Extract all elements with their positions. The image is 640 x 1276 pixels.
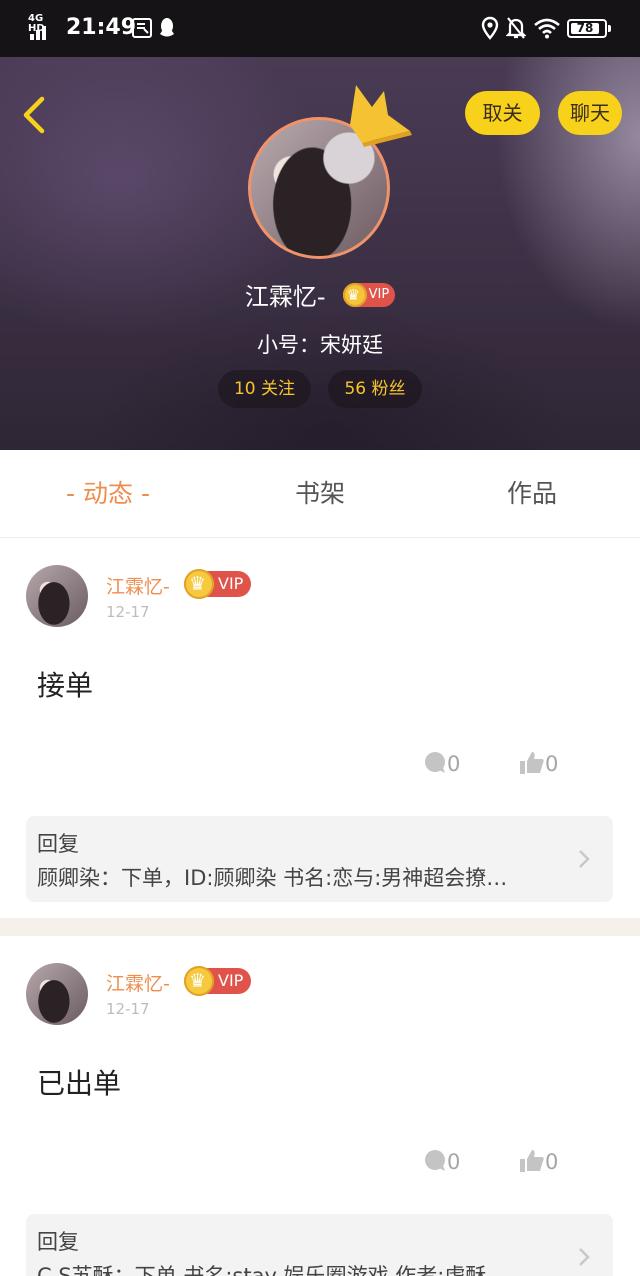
username: 江霖忆- <box>244 283 326 311</box>
vip-label: VIP <box>218 574 244 593</box>
profile-tabs: - 动态 - 书架 作品 <box>0 450 640 538</box>
post-item: 江霖忆- VIP 12-17 接单 0 0 回复 顾卿染：下单，ID:顾卿染 书… <box>0 539 640 918</box>
comment-icon <box>425 752 445 773</box>
like-count: 0 <box>545 752 559 776</box>
chat-button[interactable]: 聊天 <box>558 91 622 135</box>
thumbs-up-icon <box>520 1150 544 1172</box>
post-separator <box>0 918 640 936</box>
vip-badge: VIP <box>342 282 396 307</box>
status-time: 21:49 <box>66 15 137 40</box>
like-button[interactable]: 0 <box>519 750 558 778</box>
fans-count[interactable]: 56 粉丝 <box>328 370 422 408</box>
tab-bookshelf[interactable]: 书架 <box>270 450 370 538</box>
post-author[interactable]: 江霖忆- <box>106 969 170 996</box>
comment-count: 0 <box>447 1150 461 1174</box>
crown-icon <box>350 85 412 147</box>
mute-bell-icon <box>506 17 526 39</box>
crown-coin-icon <box>342 282 367 307</box>
wifi-icon <box>534 18 560 39</box>
post-avatar[interactable] <box>26 565 88 627</box>
battery-level: 78 <box>571 22 599 34</box>
comment-icon <box>425 1150 445 1171</box>
tab-feed[interactable]: - 动态 - <box>40 450 176 538</box>
vip-badge: VIP <box>184 966 252 996</box>
post-date: 12-17 <box>106 603 150 621</box>
comment-button[interactable]: 0 <box>423 750 460 778</box>
network-signal-icon: 4G HD <box>28 14 58 40</box>
reply-title: 回复 <box>37 1230 79 1254</box>
chevron-right-icon <box>579 850 590 868</box>
comment-button[interactable]: 0 <box>423 1148 460 1176</box>
username-row: 江霖忆- VIP <box>0 277 640 311</box>
unfollow-button[interactable]: 取关 <box>465 91 540 135</box>
location-icon <box>481 16 499 40</box>
comment-count: 0 <box>447 752 461 776</box>
status-bar: 4G HD 21:49 78 <box>0 0 640 57</box>
reply-preview[interactable]: 回复 顾卿染：下单，ID:顾卿染 书名:恋与:男神超会撩… <box>26 816 613 902</box>
battery-icon: 78 <box>567 19 611 38</box>
like-count: 0 <box>545 1150 559 1174</box>
reply-text: 顾卿染：下单，ID:顾卿染 书名:恋与:男神超会撩… <box>37 866 508 890</box>
chevron-right-icon <box>579 1248 590 1266</box>
crown-coin-icon <box>184 569 214 599</box>
back-arrow-icon[interactable] <box>18 93 52 137</box>
post-text: 接单 <box>37 669 94 702</box>
profile-header: 取关 聊天 江霖忆- VIP 小号：宋妍廷 10 关注 56 粉丝 <box>0 57 640 450</box>
alt-account-name: 小号：宋妍廷 <box>257 333 383 357</box>
like-button[interactable]: 0 <box>519 1148 558 1176</box>
qq-icon <box>160 18 174 37</box>
vip-badge: VIP <box>184 569 252 599</box>
reply-title: 回复 <box>37 832 79 856</box>
tab-works[interactable]: 作品 <box>482 450 582 538</box>
post-item: 江霖忆- VIP 12-17 已出单 0 0 回复 C.S苏酥：下单 书名:st… <box>0 936 640 1276</box>
post-avatar[interactable] <box>26 963 88 1025</box>
vip-label: VIP <box>368 286 390 302</box>
reply-text: C.S苏酥：下单 书名:stay 娱乐圈游戏 作者:虐酥 <box>37 1264 487 1276</box>
thumbs-up-icon <box>520 752 544 774</box>
reply-preview[interactable]: 回复 C.S苏酥：下单 书名:stay 娱乐圈游戏 作者:虐酥 <box>26 1214 613 1276</box>
app-notification-icon <box>132 18 152 38</box>
vip-label: VIP <box>218 971 244 990</box>
post-date: 12-17 <box>106 1000 150 1018</box>
following-count[interactable]: 10 关注 <box>218 370 311 408</box>
post-text: 已出单 <box>37 1067 122 1100</box>
post-author[interactable]: 江霖忆- <box>106 572 170 599</box>
crown-coin-icon <box>184 966 214 996</box>
